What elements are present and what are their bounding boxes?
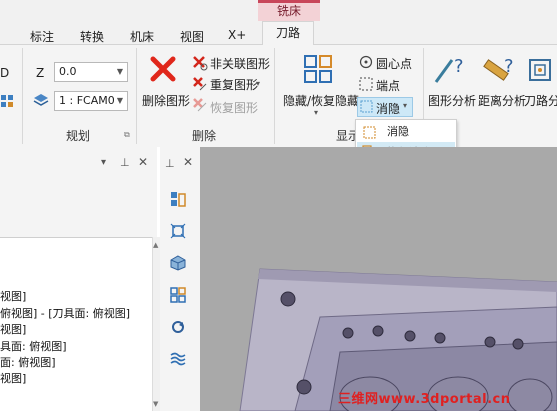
d-label: D (0, 66, 10, 80)
distance-analysis-button[interactable]: 距离分析 (478, 92, 526, 109)
hide-restore-icon[interactable] (303, 54, 333, 84)
restore-shapes-button[interactable]: 恢复图形 (210, 99, 258, 116)
side-toolstrip (160, 147, 201, 411)
panel-header (0, 147, 157, 237)
blank-icon (360, 100, 373, 113)
list-item[interactable]: 视图] (0, 321, 26, 337)
fit-view-icon[interactable] (170, 223, 186, 239)
close-icon[interactable]: ✕ (183, 155, 193, 169)
chevron-down-icon: ▼ (116, 67, 123, 76)
blank-icon (363, 125, 376, 139)
cad-model (200, 147, 557, 414)
list-item[interactable]: 具面: 俯视图] (0, 338, 67, 354)
svg-text:?: ? (504, 56, 514, 77)
levels-icon[interactable] (170, 351, 186, 367)
delete-group-label: 删除 (192, 129, 217, 143)
dialog-launcher-icon[interactable]: ⧉ (124, 130, 130, 140)
planes-icon[interactable] (170, 287, 186, 303)
shape-analysis-icon[interactable]: ? (432, 52, 468, 86)
duplicate-icon (192, 76, 208, 92)
chevron-down-icon: ▾ (314, 108, 319, 117)
tab-xplus[interactable]: X+ (228, 28, 246, 42)
delete-shapes-button[interactable]: 删除图形 (142, 92, 190, 109)
graphics-viewport[interactable] (200, 147, 557, 414)
tab-view[interactable]: 视图 (180, 28, 204, 45)
operations-list: 视图] 俯视图] - [刀具面: 俯视图] 视图] 具面: 俯视图] 面: 俯视… (0, 237, 152, 412)
list-item[interactable]: 俯视图] - [刀具面: 俯视图] (0, 305, 130, 321)
pin-icon[interactable]: ⊥ (165, 157, 175, 170)
dropdown-item-blank[interactable]: 消隐 (357, 121, 455, 142)
circle-center-icon (359, 55, 373, 69)
toolpaths-icon[interactable] (170, 191, 186, 207)
chevron-down-icon: ▾ (256, 79, 261, 88)
scroll-down-icon[interactable]: ▼ (153, 400, 158, 408)
z-depth-combo[interactable]: 0.0 ▼ (54, 62, 128, 82)
endpoint-icon (359, 77, 373, 91)
planning-group-label: 规划 (66, 129, 91, 143)
distance-analysis-icon[interactable]: ? (480, 52, 518, 86)
grid-icon[interactable] (0, 94, 14, 108)
blank-label: 消隐 (376, 102, 401, 116)
duplicate-shapes-button[interactable]: 重复图形 (210, 76, 258, 93)
close-icon[interactable]: ✕ (138, 155, 148, 169)
svg-text:?: ? (454, 56, 464, 77)
list-item[interactable]: 面: 俯视图] (0, 354, 56, 370)
tab-annotate[interactable]: 标注 (30, 28, 54, 45)
toolpath-analysis-icon[interactable] (528, 56, 554, 86)
tab-transform[interactable]: 转换 (80, 28, 104, 45)
nonassoc-icon (192, 55, 208, 71)
delete-x-icon[interactable] (150, 56, 176, 82)
list-item[interactable]: 视图] (0, 288, 26, 304)
plane-combo[interactable]: 1 : FCAM0 ▼ (54, 91, 128, 111)
chevron-down-icon: ▼ (116, 96, 123, 105)
watermark-text: 三维网www.3dportal.cn (338, 392, 511, 407)
rotate-view-icon[interactable] (170, 319, 186, 335)
layers-icon (33, 92, 49, 108)
context-tab-title: 铣床 (258, 0, 320, 21)
circle-center-button[interactable]: 圆心点 (376, 55, 412, 72)
restore-icon (192, 97, 208, 113)
hide-restore-button[interactable]: 隐藏/恢复隐藏 (283, 92, 359, 109)
pin-icon[interactable]: ⊥ (120, 156, 130, 169)
solids-icon[interactable] (170, 255, 186, 271)
chevron-down-icon: ▾ (403, 101, 408, 110)
z-depth-value: 0.0 (59, 65, 77, 78)
plane-value: 1 : FCAM0 (59, 94, 115, 107)
scroll-up-icon[interactable]: ▲ (153, 241, 158, 249)
endpoint-button[interactable]: 端点 (376, 77, 400, 94)
tab-machine[interactable]: 机床 (130, 28, 154, 45)
list-item[interactable]: 视图] (0, 370, 26, 386)
z-label: Z (36, 66, 45, 80)
toolpath-analysis-button[interactable]: 刀路分 (524, 92, 557, 109)
nonassoc-shapes-button[interactable]: 非关联图形 (210, 55, 270, 72)
dropdown-arrow-icon[interactable]: ▾ (101, 157, 106, 168)
tab-toolpath[interactable]: 刀路 (262, 21, 314, 45)
dropdown-item-label: 消隐 (387, 125, 409, 138)
shape-analysis-button[interactable]: 图形分析 (428, 92, 476, 109)
